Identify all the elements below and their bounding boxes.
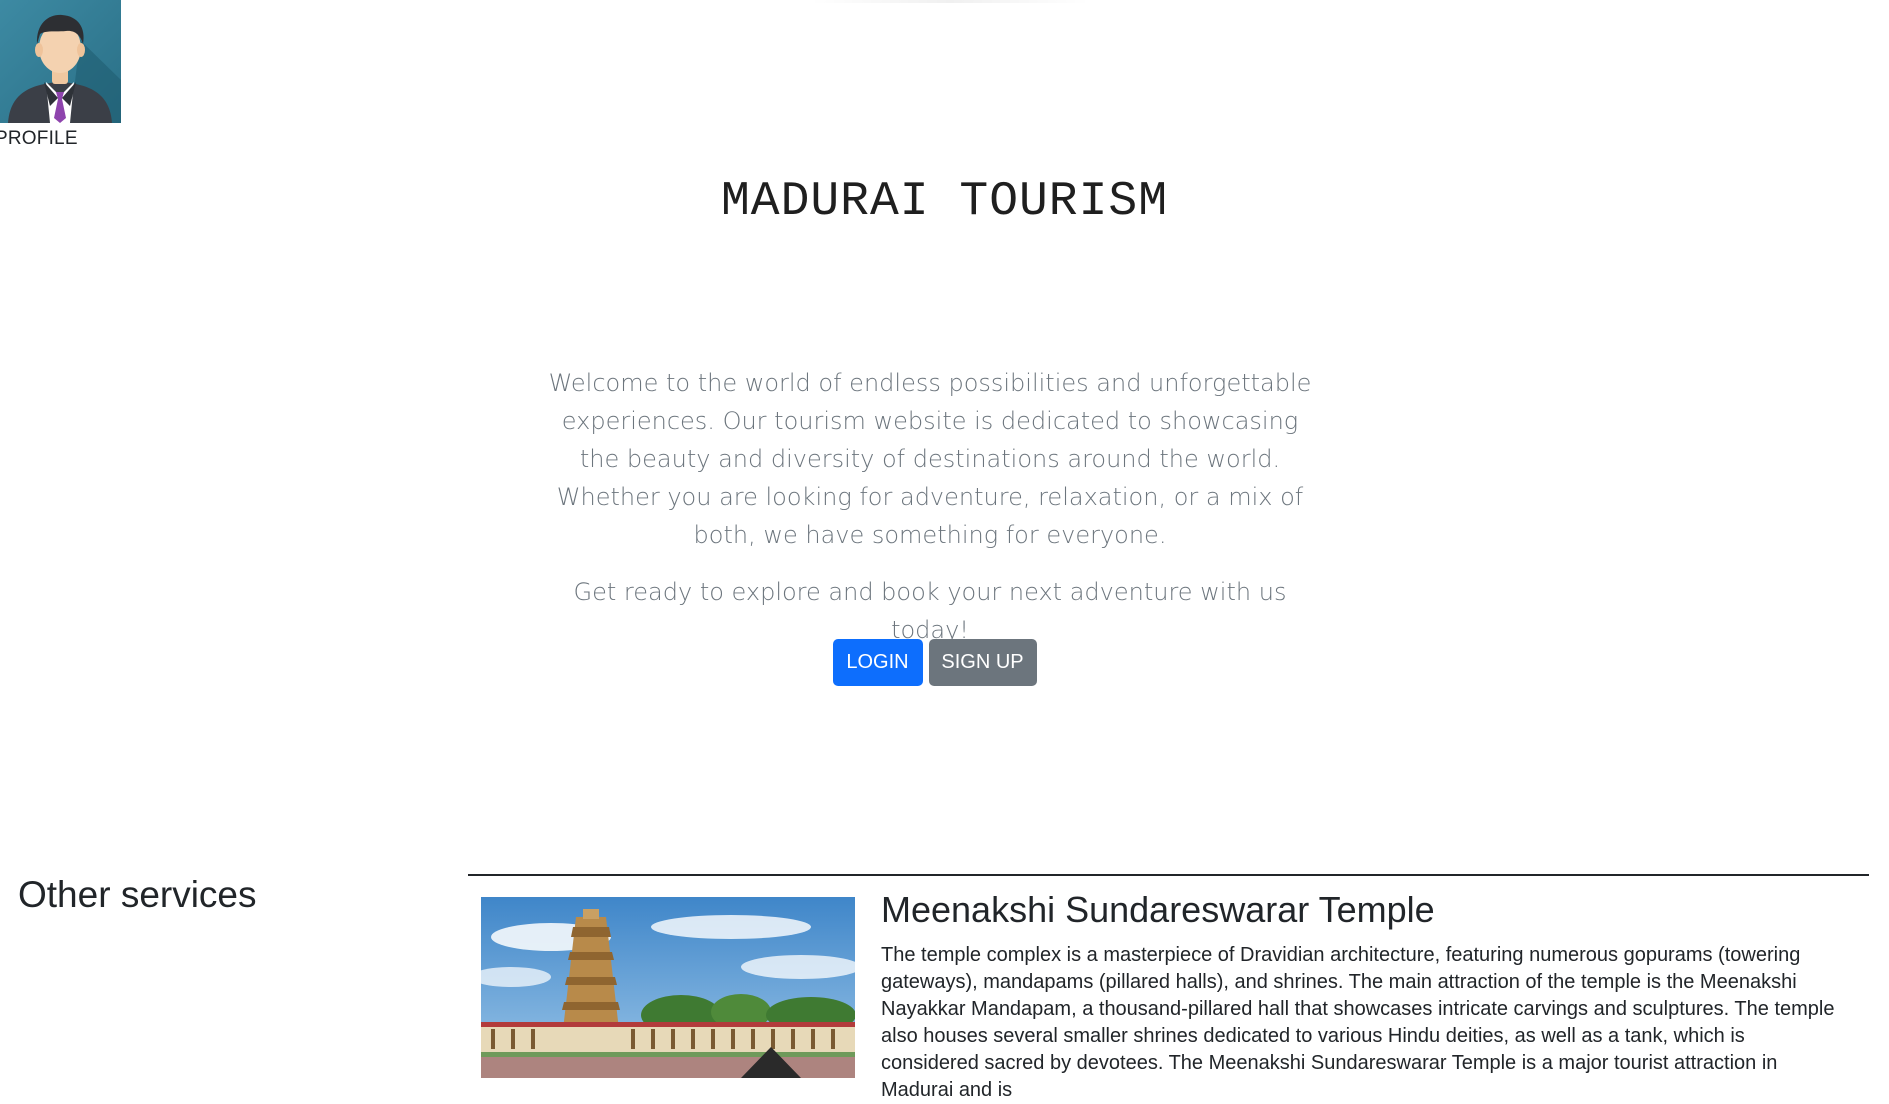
avatar-icon[interactable] <box>0 0 121 123</box>
cta-text: Get ready to explore and book your next … <box>573 578 1287 644</box>
profile-link[interactable]: PROFILE <box>0 0 121 149</box>
signup-button[interactable]: SIGN UP <box>928 639 1037 686</box>
section-divider <box>468 874 1869 876</box>
profile-label[interactable]: PROFILE <box>0 128 78 150</box>
auth-buttons: LOGIN SIGN UP <box>0 639 1869 686</box>
login-button[interactable]: LOGIN <box>832 639 923 686</box>
welcome-text: Welcome to the world of endless possibil… <box>548 369 1312 549</box>
temple-image <box>481 897 855 1078</box>
other-services-heading: Other services <box>18 874 257 915</box>
page-title: MADURAI TOURISM <box>720 175 1169 229</box>
attraction-description: The temple complex is a masterpiece of D… <box>881 944 1835 1101</box>
top-edge-shadow <box>810 0 1090 3</box>
attraction-title: Meenakshi Sundareswarar Temple <box>881 889 1435 930</box>
